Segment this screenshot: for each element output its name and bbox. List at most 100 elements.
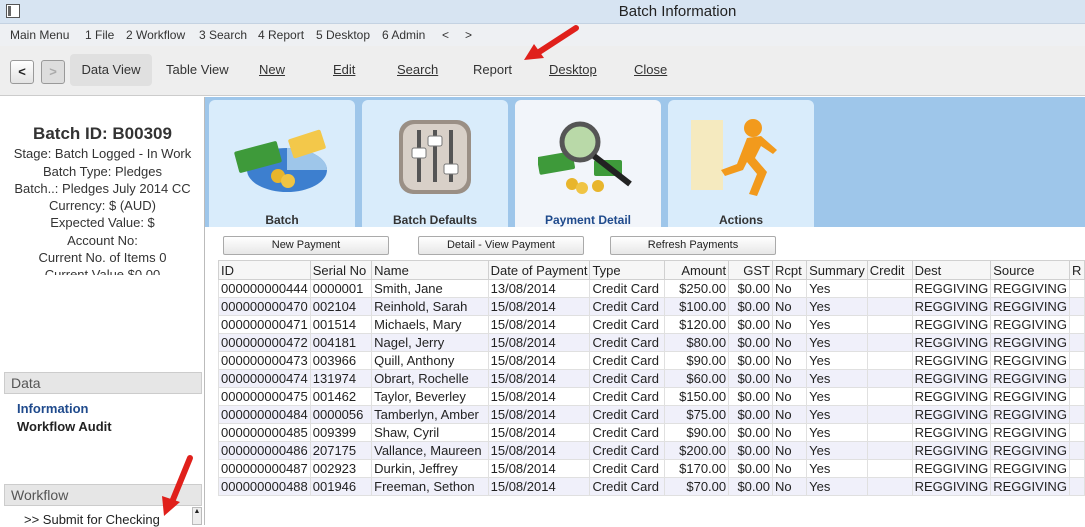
- table-cell: Credit Card: [589, 405, 666, 424]
- table-cell: 15/08/2014: [487, 333, 591, 352]
- table-row[interactable]: 000000000484 0000056 Tamberlyn, Amber 15/08…: [218, 405, 1085, 424]
- tab-actions[interactable]: Actions: [668, 100, 814, 227]
- menu-back[interactable]: <: [442, 28, 449, 42]
- table-cell: Shaw, Cyril: [371, 423, 489, 442]
- new-button[interactable]: New: [259, 62, 285, 77]
- table-cell: 15/08/2014: [487, 387, 591, 406]
- button-bar: New Payment Detail - View Payment Refres…: [205, 227, 1085, 260]
- sidebar-item-workflow-audit[interactable]: Workflow Audit: [17, 419, 112, 434]
- tab-batch[interactable]: Batch: [209, 100, 355, 227]
- table-cell: 000000000486: [218, 441, 311, 460]
- menu-forward[interactable]: >: [465, 28, 472, 42]
- search-button[interactable]: Search: [397, 62, 438, 77]
- table-cell: Yes: [806, 405, 868, 424]
- column-header[interactable]: Rcpt: [771, 260, 808, 280]
- table-row[interactable]: 000000000473 003966 Quill, Anthony 15/08/20…: [218, 351, 1085, 370]
- table-cell: $75.00: [664, 405, 730, 424]
- money-pie-icon: [234, 129, 327, 192]
- table-row[interactable]: 000000000474 131974 Obrart, Rochelle 15/08/…: [218, 369, 1085, 388]
- column-header[interactable]: Type: [589, 260, 666, 280]
- menu-file[interactable]: 1 File: [85, 28, 114, 42]
- column-header[interactable]: Date of Payment: [487, 260, 591, 280]
- tab-payment-detail[interactable]: Payment Detail: [515, 100, 661, 227]
- table-cell: 15/08/2014: [487, 441, 591, 460]
- table-cell: REGGIVING: [990, 279, 1070, 298]
- column-header[interactable]: Source: [990, 260, 1070, 280]
- data-section-heading[interactable]: Data: [4, 372, 202, 394]
- column-header[interactable]: Name: [371, 260, 489, 280]
- payments-table: ID Serial No Name Date of Payment Type Amount…: [218, 260, 1085, 496]
- column-header[interactable]: Summary: [806, 260, 868, 280]
- desktop-button[interactable]: Desktop: [549, 62, 597, 77]
- new-payment-button[interactable]: New Payment: [223, 236, 389, 255]
- table-cell: Credit Card: [589, 459, 666, 478]
- tab-batch-defaults[interactable]: Batch Defaults: [362, 100, 508, 227]
- table-cell: $0.00: [728, 459, 773, 478]
- table-cell: Credit Card: [589, 351, 666, 370]
- table-cell: $0.00: [728, 441, 773, 460]
- table-cell: 15/08/2014: [487, 405, 591, 424]
- data-view-button[interactable]: Data View: [70, 54, 152, 86]
- column-header[interactable]: Credit: [866, 260, 913, 280]
- close-button[interactable]: Close: [634, 62, 667, 77]
- table-row[interactable]: 000000000488 001946 Freeman, Sethon 15/08/2…: [218, 477, 1085, 496]
- table-cell: 15/08/2014: [487, 315, 591, 334]
- refresh-payments-button[interactable]: Refresh Payments: [610, 236, 776, 255]
- column-header[interactable]: Serial No: [309, 260, 373, 280]
- menu-main[interactable]: Main Menu: [10, 28, 69, 42]
- table-row[interactable]: 000000000444 0000001 Smith, Jane 13/08/2014…: [218, 279, 1085, 298]
- table-cell: [866, 423, 913, 442]
- column-header[interactable]: Dest: [911, 260, 992, 280]
- table-cell: REGGIVING: [911, 387, 992, 406]
- table-cell: Credit Card: [589, 333, 666, 352]
- menu-report[interactable]: 4 Report: [258, 28, 304, 42]
- table-cell: REGGIVING: [911, 441, 992, 460]
- forward-button[interactable]: >: [41, 60, 65, 84]
- edit-button[interactable]: Edit: [333, 62, 355, 77]
- table-view-button[interactable]: Table View: [166, 62, 229, 77]
- table-cell: [866, 333, 913, 352]
- table-cell: REGGIVING: [911, 369, 992, 388]
- menu-desktop[interactable]: 5 Desktop: [316, 28, 370, 42]
- table-row[interactable]: 000000000486 207175 Vallance, Maureen 15/08…: [218, 441, 1085, 460]
- table-cell: Nagel, Jerry: [371, 333, 489, 352]
- menu-workflow[interactable]: 2 Workflow: [126, 28, 185, 42]
- column-header[interactable]: ID: [218, 260, 311, 280]
- column-header[interactable]: GST: [728, 260, 773, 280]
- table-cell: [866, 477, 913, 496]
- table-cell: 15/08/2014: [487, 477, 591, 496]
- table-row[interactable]: 000000000472 004181 Nagel, Jerry 15/08/2014…: [218, 333, 1085, 352]
- table-cell: Credit Card: [589, 423, 666, 442]
- column-header[interactable]: Amount: [664, 260, 730, 280]
- report-button[interactable]: Report: [473, 62, 512, 77]
- table-row[interactable]: 000000000475 001462 Taylor, Beverley 15/08/…: [218, 387, 1085, 406]
- table-cell: Credit Card: [589, 441, 666, 460]
- table-cell: REGGIVING: [911, 477, 992, 496]
- table-row[interactable]: 000000000470 002104 Reinhold, Sarah 15/08/2…: [218, 297, 1085, 316]
- table-cell: 000000000485: [218, 423, 311, 442]
- window-title: Batch Information: [618, 3, 737, 20]
- table-row[interactable]: 000000000487 002923 Durkin, Jeffrey 15/08/2…: [218, 459, 1085, 478]
- table-cell: Yes: [806, 333, 868, 352]
- table-cell: $0.00: [728, 297, 773, 316]
- menu-search[interactable]: 3 Search: [199, 28, 247, 42]
- table-row[interactable]: 000000000485 009399 Shaw, Cyril 15/08/2014 C…: [218, 423, 1085, 442]
- sidebar-item-information[interactable]: Information: [17, 401, 89, 416]
- detail-view-payment-button[interactable]: Detail - View Payment: [418, 236, 584, 255]
- table-cell: 000000000473: [218, 351, 311, 370]
- close-label: Close: [634, 62, 668, 77]
- table-cell: REGGIVING: [990, 477, 1070, 496]
- menu-admin[interactable]: 6 Admin: [382, 28, 425, 42]
- table-cell: No: [771, 315, 808, 334]
- table-cell: $60.00: [664, 369, 730, 388]
- back-button[interactable]: <: [10, 60, 34, 84]
- table-cell: [866, 315, 913, 334]
- table-cell: [866, 351, 913, 370]
- table-row[interactable]: 000000000471 001514 Michaels, Mary 15/08/20…: [218, 315, 1085, 334]
- table-cell: [1068, 369, 1085, 388]
- table-cell: $0.00: [728, 315, 773, 334]
- table-cell: 0000056: [309, 405, 373, 424]
- table-cell: No: [771, 351, 808, 370]
- column-header[interactable]: R: [1068, 260, 1085, 280]
- table-cell: Yes: [806, 279, 868, 298]
